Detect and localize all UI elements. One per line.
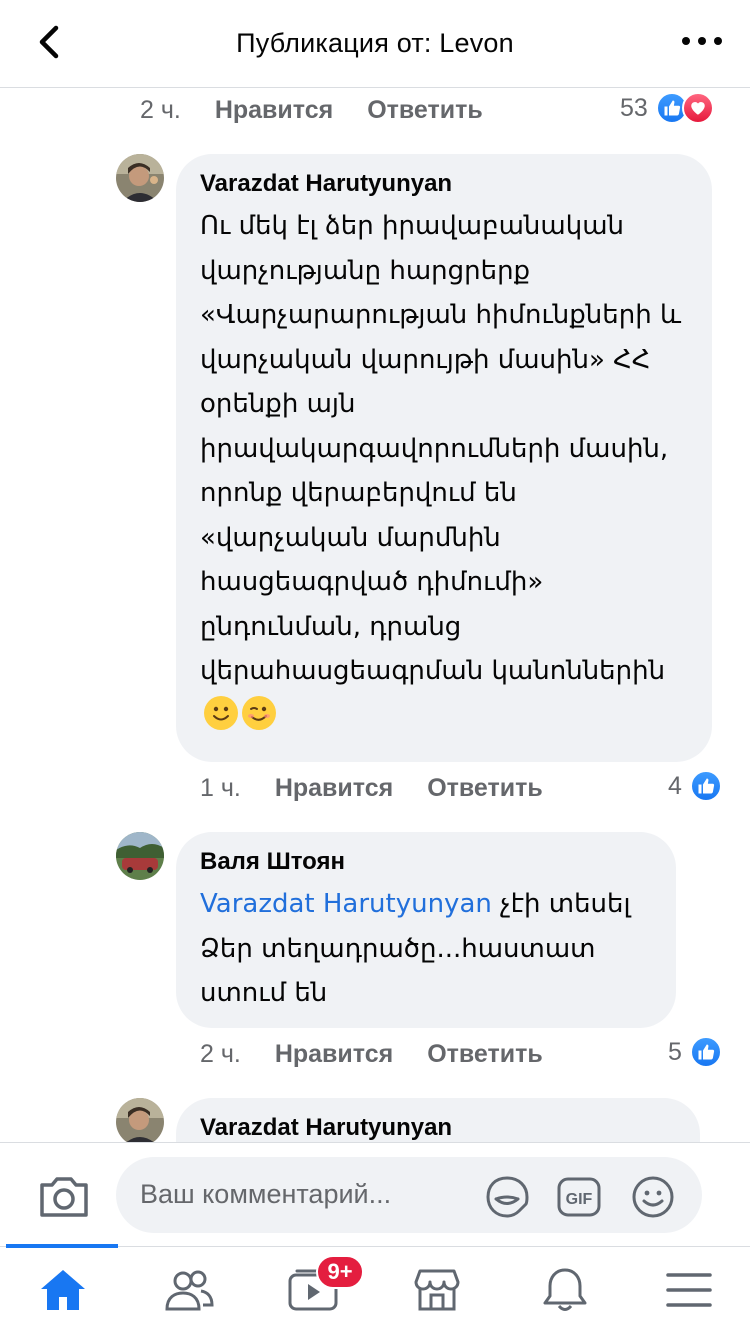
comment-time: 2 ч. xyxy=(200,1040,241,1068)
reactions-count: 53 xyxy=(620,93,648,122)
reply-button[interactable]: Ответить xyxy=(367,96,483,125)
camera-icon[interactable] xyxy=(38,1173,90,1219)
watch-notification-badge: 9+ xyxy=(316,1255,364,1289)
comment-meta: 1 ч. Нравится Ответить xyxy=(200,774,577,803)
comment-meta: 2 ч. Нравится Ответить xyxy=(140,96,517,125)
like-button[interactable]: Нравится xyxy=(215,96,333,125)
marketplace-icon[interactable] xyxy=(410,1265,464,1315)
comment-composer: Ваш комментарий... GIF xyxy=(0,1142,750,1246)
emoji-icon[interactable] xyxy=(630,1175,676,1219)
comment-author[interactable]: Varazdat Harutyunyan xyxy=(200,170,688,198)
reactions-summary[interactable]: 4 xyxy=(668,770,722,802)
avatar[interactable] xyxy=(116,832,164,880)
comment-input[interactable]: Ваш комментарий... GIF xyxy=(116,1157,702,1233)
active-tab-indicator xyxy=(6,1244,118,1248)
comment-meta: 2 ч. Нравится Ответить xyxy=(200,1040,577,1069)
notifications-bell-icon[interactable] xyxy=(538,1265,592,1315)
back-arrow-icon[interactable] xyxy=(30,22,70,62)
home-icon[interactable] xyxy=(36,1265,90,1315)
avatar[interactable] xyxy=(116,154,164,202)
sticker-icon[interactable] xyxy=(484,1175,530,1219)
reactions-count: 4 xyxy=(668,771,682,800)
comment-text: Ու մեկ էլ ձեր իրավաբանական վարչությանը հ… xyxy=(200,204,688,738)
more-options-icon[interactable] xyxy=(682,28,722,54)
reply-button[interactable]: Ответить xyxy=(427,774,543,803)
avatar[interactable] xyxy=(116,1098,164,1142)
comments-list: 2 ч. Нравится Ответить 53 Varazdat Harut… xyxy=(0,88,750,1142)
mention-link[interactable]: Varazdat Harutyunyan xyxy=(200,889,492,919)
like-button[interactable]: Нравится xyxy=(275,1040,393,1069)
header-bar: Публикация от: Levon xyxy=(0,0,750,88)
gif-label: GIF xyxy=(566,1191,593,1208)
comment-time: 2 ч. xyxy=(140,96,181,124)
like-reaction-icon xyxy=(689,770,722,802)
reactions-summary[interactable]: 5 xyxy=(668,1036,722,1068)
gif-icon[interactable]: GIF xyxy=(556,1175,602,1219)
comment-author[interactable]: Varazdat Harutyunyan xyxy=(200,1114,676,1142)
smile-emoji-icon xyxy=(204,695,238,730)
page-title: Публикация от: Levon xyxy=(236,28,514,58)
comment-bubble: Валя Штоян Varazdat Harutyunyan չէի տեսե… xyxy=(176,832,676,1028)
comment-text: Varazdat Harutyunyan չէի տեսել Ձեր տեղադ… xyxy=(200,882,652,1016)
menu-icon[interactable] xyxy=(662,1265,716,1315)
wink-emoji-icon xyxy=(242,695,276,730)
like-button[interactable]: Нравится xyxy=(275,774,393,803)
comment-body: Ու մեկ էլ ձեր իրավաբանական վարչությանը հ… xyxy=(200,211,682,686)
comment-placeholder: Ваш комментарий... xyxy=(140,1179,392,1209)
comment-author[interactable]: Валя Штоян xyxy=(200,848,652,876)
comment-bubble: Varazdat Harutyunyan xyxy=(176,1098,700,1142)
love-reaction-icon xyxy=(681,92,714,124)
like-reaction-icon xyxy=(689,1036,722,1068)
comment-bubble: Varazdat Harutyunyan Ու մեկ էլ ձեր իրավա… xyxy=(176,154,712,762)
reactions-count: 5 xyxy=(668,1037,682,1066)
comment-time: 1 ч. xyxy=(200,774,241,802)
reply-button[interactable]: Ответить xyxy=(427,1040,543,1069)
reactions-summary[interactable]: 53 xyxy=(620,92,714,124)
friends-icon[interactable] xyxy=(162,1265,216,1315)
bottom-nav: 9+ xyxy=(0,1244,750,1334)
